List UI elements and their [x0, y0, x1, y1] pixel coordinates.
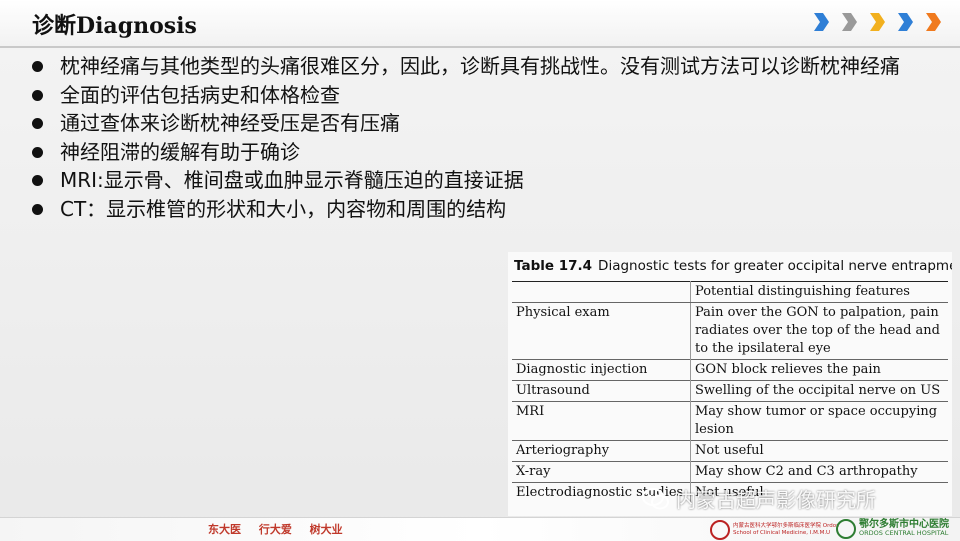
table-row: Diagnostic injection GON block relieves t… — [512, 359, 948, 381]
bullet-item: 通过查体来诊断枕神经受压是否有压痛 — [32, 109, 937, 138]
chevron-decoration — [812, 12, 942, 32]
bullet-text: CT：显示椎管的形状和大小，内容物和周围的结构 — [60, 196, 507, 221]
table-header-row: Potential distinguishing features — [512, 281, 948, 303]
watermark-text: 内蒙古超声影像研究所 — [676, 488, 876, 512]
test-name-cell: Diagnostic injection — [512, 359, 691, 381]
bullet-dot-icon — [32, 146, 43, 158]
bullet-dot-icon — [32, 118, 43, 129]
table-header-cell: Potential distinguishing features — [690, 281, 948, 303]
bullet-item: 枕神经痛与其他类型的头痛很难区分，因此，诊断具有挑战性。没有测试方法可以诊断枕神… — [32, 52, 937, 81]
bullet-item: 全面的评估包括病史和体格检查 — [32, 81, 937, 110]
table-row: X-ray May show C2 and C3 arthropathy — [512, 461, 948, 483]
bullet-dot-icon — [32, 61, 43, 72]
bullet-item: 神经阻滞的缓解有助于确诊 — [32, 138, 937, 167]
diagnostic-table-figure: Table 17.4 Diagnostic tests for greater o… — [508, 252, 952, 516]
bullet-text: 神经阻滞的缓解有助于确诊 — [60, 139, 300, 164]
table-row: MRI May show tumor or space occupying les… — [512, 401, 948, 441]
bullet-text: 全面的评估包括病史和体格检查 — [60, 82, 340, 107]
chevron-right-icon — [814, 13, 829, 31]
school-logo-text: 内蒙古医科大学鄂尔多斯临床医学院 Ordos School of Clinica… — [733, 523, 839, 536]
hospital-seal-icon — [836, 519, 856, 539]
table-header-cell — [512, 281, 691, 303]
bullet-list: 枕神经痛与其他类型的头痛很难区分，因此，诊断具有挑战性。没有测试方法可以诊断枕神… — [32, 52, 937, 223]
bullet-item: MRI:显示骨、椎间盘或血肿显示脊髓压迫的直接证据 — [32, 166, 937, 195]
table-row: Arteriography Not useful — [512, 440, 948, 462]
table-caption: Table 17.4 Diagnostic tests for greater o… — [514, 258, 952, 274]
hospital-logo: 鄂尔多斯市中心医院 ORDOS CENTRAL HOSPITAL — [836, 519, 949, 539]
feature-cell: Pain over the GON to palpation, pain rad… — [695, 305, 940, 356]
feature-cell: GON block relieves the pain — [690, 359, 948, 381]
chevron-right-icon — [870, 13, 885, 31]
chevron-right-icon — [926, 13, 941, 31]
test-name-cell: Ultrasound — [512, 380, 691, 402]
table-row: Ultrasound Swelling of the occipital nerv… — [512, 380, 948, 402]
bullet-text: 枕神经痛与其他类型的头痛很难区分，因此，诊断具有挑战性。没有测试方法可以诊断枕神… — [60, 54, 900, 78]
bullet-text: 通过查体来诊断枕神经受压是否有压痛 — [60, 111, 400, 135]
school-seal-icon — [710, 520, 730, 540]
table-caption-text: Diagnostic tests for greater occipital n… — [598, 258, 952, 274]
watermark: 内蒙古超声影像研究所 — [642, 484, 876, 513]
bullet-item: CT：显示椎管的形状和大小，内容物和周围的结构 — [32, 195, 937, 224]
wechat-icon — [642, 487, 669, 509]
bullet-text: MRI:显示骨、椎间盘或血肿显示脊髓压迫的直接证据 — [60, 168, 524, 192]
feature-cell: May show C2 and C3 arthropathy — [690, 461, 948, 483]
feature-cell: May show tumor or space occupying lesion — [690, 401, 948, 441]
slide-header: 诊断Diagnosis — [0, 0, 960, 48]
chevron-right-icon — [898, 13, 913, 31]
test-name-cell: Physical exam — [512, 302, 691, 360]
school-logo: 内蒙古医科大学鄂尔多斯临床医学院 Ordos School of Clinica… — [710, 520, 845, 540]
bullet-dot-icon — [32, 175, 43, 186]
table-row: Physical exam Pain over the GON to palpat… — [512, 302, 948, 360]
test-name-cell: X-ray — [512, 461, 691, 483]
footer-motto: 东大医 行大爱 树大业 — [208, 523, 343, 536]
bullet-dot-icon — [32, 203, 43, 215]
hospital-name-en: ORDOS CENTRAL HOSPITAL — [859, 529, 949, 537]
bullet-dot-icon — [32, 89, 43, 101]
test-name-cell: Arteriography — [512, 440, 691, 462]
table-caption-label: Table 17.4 — [514, 258, 593, 274]
chevron-right-icon — [842, 13, 857, 31]
diagnostic-tests-table: Potential distinguishing features Physic… — [512, 281, 948, 503]
feature-cell: Swelling of the occipital nerve on US — [690, 380, 948, 402]
hospital-name-cn: 鄂尔多斯市中心医院 — [859, 519, 949, 530]
test-name-cell: MRI — [512, 401, 691, 441]
feature-cell: Not useful — [690, 440, 948, 462]
slide-footer: 东大医 行大爱 树大业 内蒙古医科大学鄂尔多斯临床医学院 Ordos Schoo… — [0, 517, 960, 541]
slide-title: 诊断Diagnosis — [32, 13, 197, 39]
